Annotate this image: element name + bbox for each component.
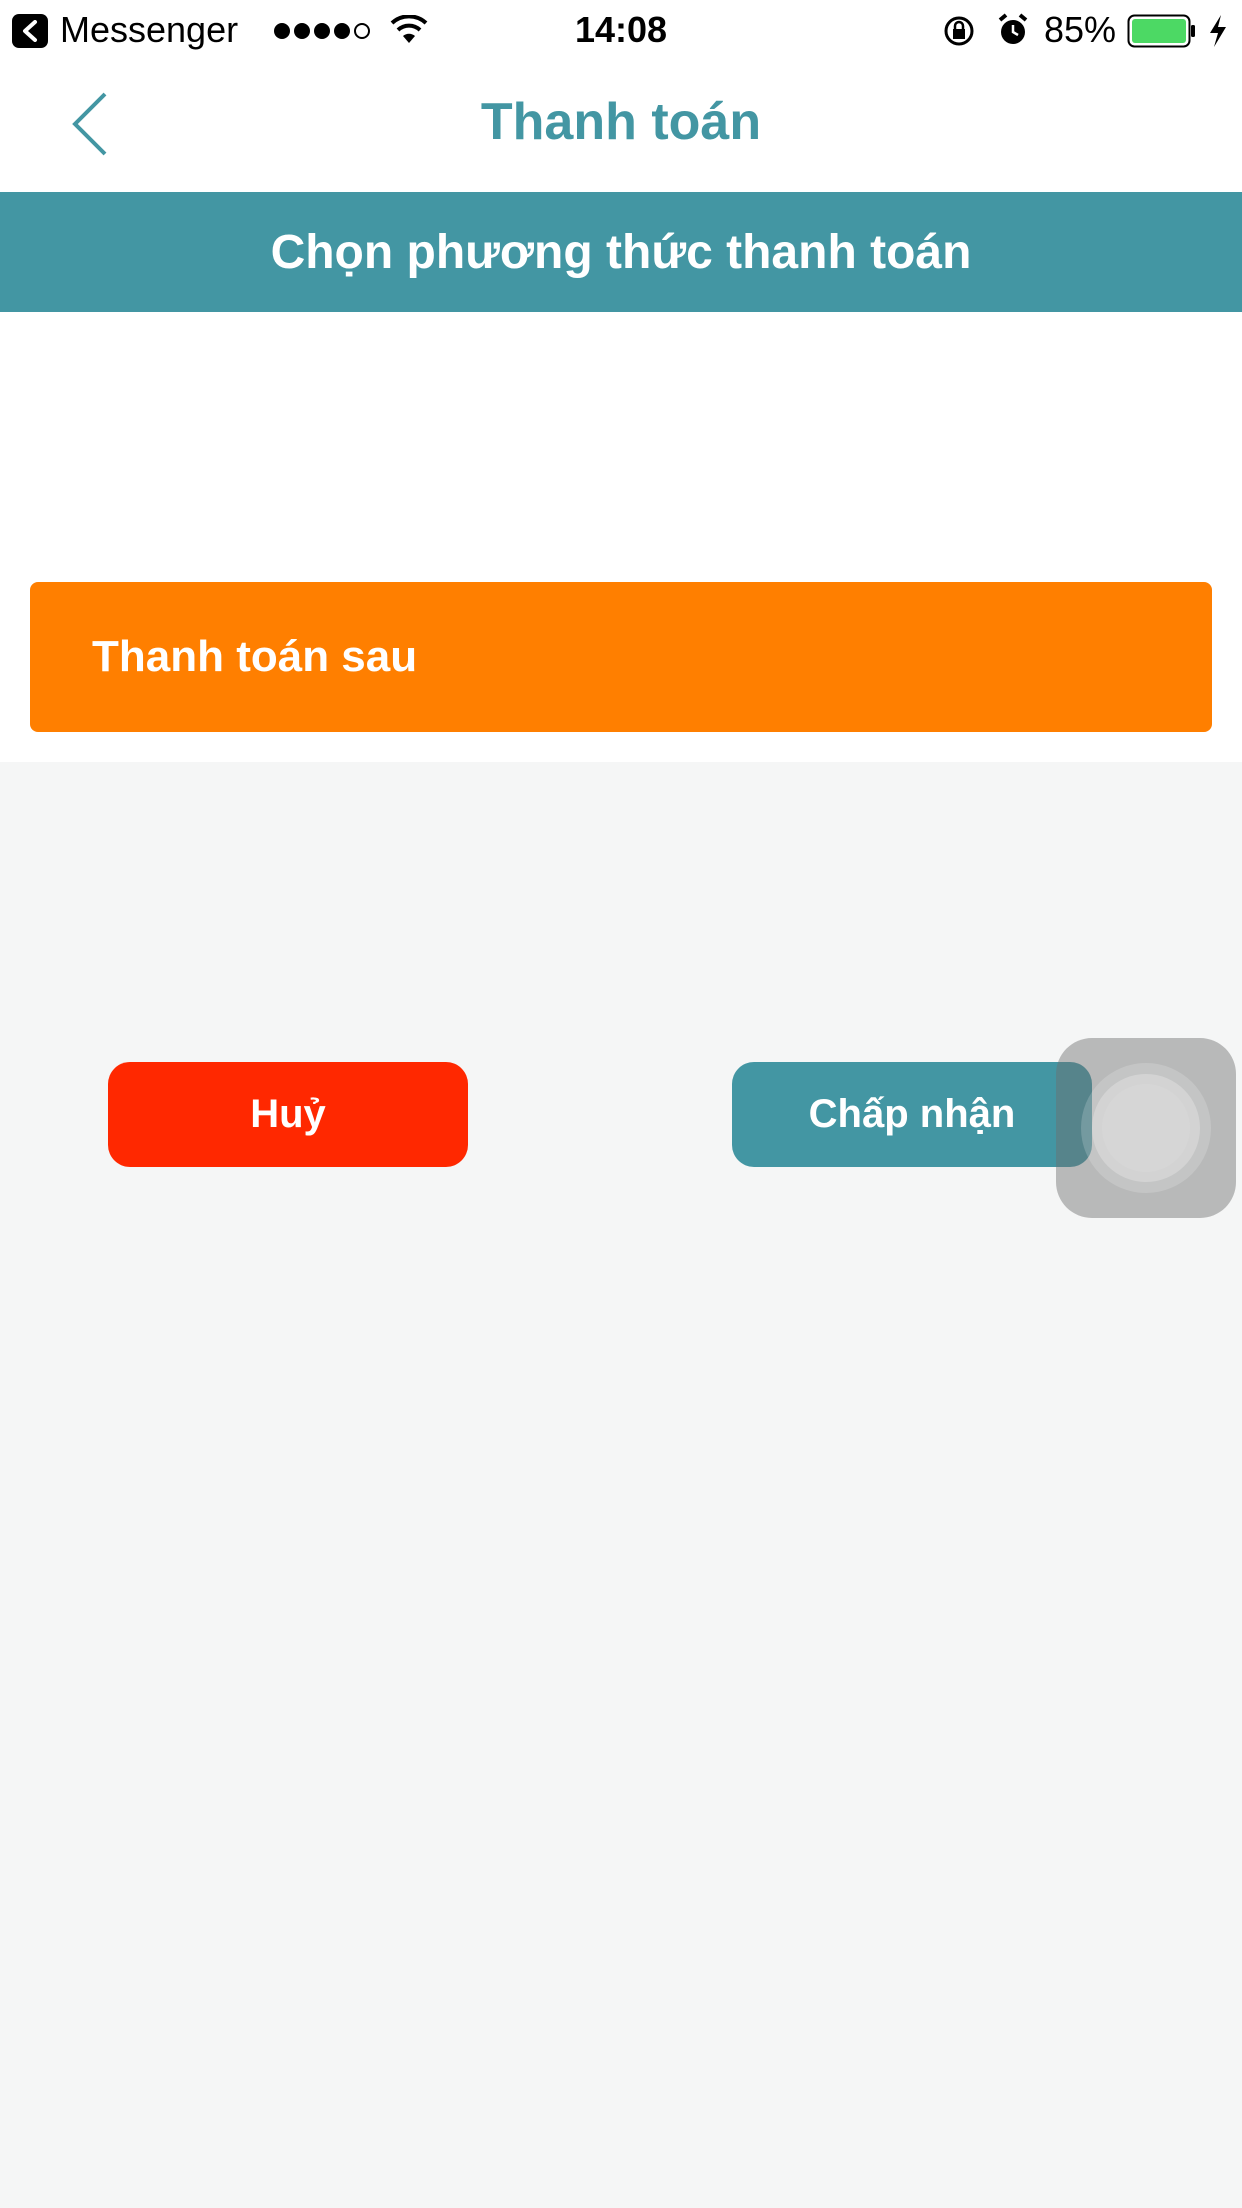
assistive-touch-core (1102, 1084, 1190, 1172)
cancel-button[interactable]: Huỷ (108, 1062, 468, 1167)
page-title: Thanh toán (480, 93, 762, 151)
navigation-bar: Thanh toán (0, 60, 1242, 192)
battery-icon (1127, 14, 1195, 48)
charging-bolt-icon (1210, 15, 1226, 47)
accept-button[interactable]: Chấp nhận (732, 1062, 1092, 1167)
battery-percent: 85% (1044, 9, 1117, 50)
payment-option-pay-later[interactable]: Thanh toán sau (30, 582, 1212, 732)
payment-options-list: Thanh toán sau (0, 312, 1242, 762)
screen: Messenger 14:08 85% Thanh toán Chọn phươ… (0, 0, 1242, 2208)
assistive-touch-button[interactable] (1056, 1038, 1236, 1218)
alarm-icon (998, 13, 1028, 44)
orientation-lock-icon (944, 16, 974, 46)
section-header: Chọn phương thức thanh toán (0, 192, 1242, 312)
status-bar: Messenger 14:08 85% (0, 0, 1242, 60)
